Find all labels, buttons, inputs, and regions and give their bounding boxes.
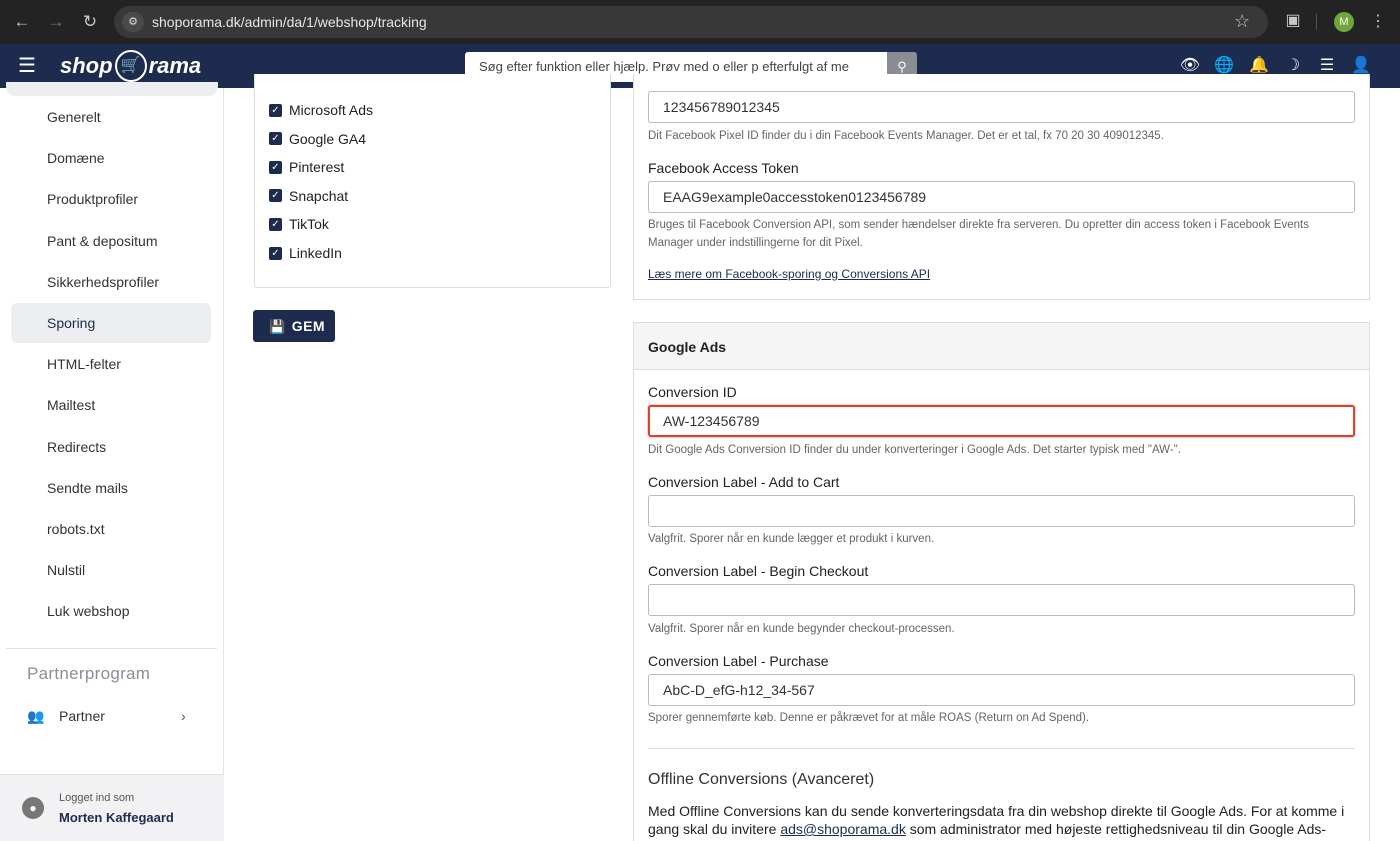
facebook-access-token-label: Facebook Access Token (648, 160, 799, 176)
toolbar-divider (1316, 14, 1317, 30)
add-to-cart-input[interactable] (648, 495, 1355, 527)
bookmark-star-icon[interactable]: ☆ (1234, 10, 1250, 32)
sidebar: Generelt Domæne Produktprofiler Pant & depo… (0, 82, 224, 841)
forward-icon[interactable]: → (45, 11, 67, 33)
floppy-disk-icon: 💾 (269, 319, 286, 334)
add-to-cart-label: Conversion Label - Add to Cart (648, 474, 840, 490)
logo-text-left: shop (60, 53, 113, 78)
hamburger-menu-icon[interactable]: ☰ (18, 55, 38, 77)
channel-checkbox-google-ga4[interactable]: ✓ Google GA4 (269, 129, 366, 149)
chevron-right-icon: › (181, 708, 186, 724)
begin-checkout-input[interactable] (648, 584, 1355, 616)
channel-label: Pinterest (289, 159, 345, 176)
facebook-pixel-id-input[interactable]: 123456789012345 (648, 91, 1355, 123)
purchase-label: Conversion Label - Purchase (648, 653, 829, 669)
channel-label: TikTok (289, 216, 329, 233)
shoporama-ads-email-link[interactable]: ads@shoporama.dk (780, 821, 906, 837)
channel-checkbox-pinterest[interactable]: ✓ Pinterest (269, 157, 344, 177)
channel-checkbox-snapchat[interactable]: ✓ Snapchat (269, 186, 348, 206)
add-to-cart-help: Valgfrit. Sporer når en kunde lægger et … (648, 533, 935, 545)
cart-logo-icon: 🛒 (114, 50, 147, 82)
conversion-id-help: Dit Google Ads Conversion ID finder du u… (648, 444, 1181, 456)
profile-avatar[interactable]: M (1334, 12, 1354, 32)
sidebar-item-label: Partner (59, 708, 105, 724)
sidebar-item-luk-webshop[interactable]: Luk webshop (11, 591, 211, 631)
browser-toolbar: ← → ↻ ⚙ shoporama.dk/admin/da/1/webshop/… (0, 0, 1400, 44)
sidebar-item-generelt[interactable]: Generelt (11, 97, 211, 137)
browser-menu-icon[interactable]: ⋮ (1370, 11, 1386, 33)
sidebar-item-robots-txt[interactable]: robots.txt (11, 509, 211, 549)
partner-program-heading: Partnerprogram (27, 664, 151, 683)
sidebar-item-sendte-mails[interactable]: Sendte mails (11, 468, 211, 508)
tracking-channels-card: ✓ Microsoft Ads ✓ Google GA4 ✓ Pinterest ✓ Snap… (254, 74, 611, 288)
sidebar-item-produktprofiler[interactable]: Produktprofiler (11, 179, 211, 219)
logged-in-footer: ● Logget ind som Morten Kaffegaard (0, 774, 224, 841)
sidebar-item-mailtest[interactable]: Mailtest (11, 385, 211, 425)
logo-text-right: rama (148, 53, 202, 78)
facebook-read-more-link[interactable]: Læs mere om Facebook-sporing og Conversi… (648, 267, 930, 281)
checkbox-checked-icon[interactable]: ✓ (269, 103, 282, 117)
sidebar-item-sikkerhedsprofiler[interactable]: Sikkerhedsprofiler (11, 262, 211, 302)
facebook-pixel-id-help: Dit Facebook Pixel ID finder du i din Fa… (648, 130, 1164, 142)
begin-checkout-help: Valgfrit. Sporer når en kunde begynder c… (648, 623, 955, 635)
user-avatar-icon: ● (22, 797, 44, 819)
shoporama-logo[interactable]: shop 🛒 rama (60, 50, 201, 82)
people-icon: 👥 (27, 708, 45, 724)
offline-conversions-text: Med Offline Conversions kan du sende kon… (648, 802, 1360, 841)
sidebar-item-redirects[interactable]: Redirects (11, 427, 211, 467)
purchase-input[interactable]: AbC-D_efG-h12_34-567 (648, 674, 1355, 706)
google-ads-card-header: Google Ads (634, 323, 1369, 370)
channel-checkbox-tiktok[interactable]: ✓ TikTok (269, 214, 329, 234)
begin-checkout-label: Conversion Label - Begin Checkout (648, 563, 869, 579)
address-bar[interactable]: ⚙ shoporama.dk/admin/da/1/webshop/tracki… (114, 6, 1268, 38)
sidebar-item-pant-depositum[interactable]: Pant & depositum (11, 221, 211, 261)
checkbox-checked-icon[interactable]: ✓ (269, 189, 282, 203)
section-divider (648, 748, 1355, 749)
channel-checkbox-microsoft-ads[interactable]: ✓ Microsoft Ads (269, 100, 373, 120)
logged-in-label: Logget ind som (59, 792, 135, 804)
logged-in-user-name: Morten Kaffegaard (59, 810, 174, 825)
sidebar-item-domæne[interactable]: Domæne (11, 138, 211, 178)
facebook-access-token-help: Bruges til Facebook Conversion API, som … (648, 219, 1309, 249)
sidebar-item-html-felter[interactable]: HTML-felter (11, 344, 211, 384)
conversion-id-label: Conversion ID (648, 384, 737, 400)
sidebar-item-sporing[interactable]: Sporing (11, 303, 211, 343)
reload-icon[interactable]: ↻ (79, 11, 101, 33)
google-ads-card: Google Ads (633, 322, 1370, 841)
facebook-access-token-input[interactable]: EAAG9example0accesstoken0123456789 (648, 181, 1355, 213)
save-button[interactable]: 💾 GEM (253, 310, 335, 342)
checkbox-checked-icon[interactable]: ✓ (269, 217, 282, 231)
checkbox-checked-icon[interactable]: ✓ (269, 160, 282, 174)
conversion-id-input[interactable]: AW-123456789 (648, 405, 1355, 437)
checkbox-checked-icon[interactable]: ✓ (269, 132, 282, 146)
back-icon[interactable]: ← (11, 11, 33, 33)
sidebar-item-nulstil[interactable]: Nulstil (11, 550, 211, 590)
url-text: shoporama.dk/admin/da/1/webshop/tracking (152, 14, 427, 30)
offline-conversions-title: Offline Conversions (Avanceret) (648, 771, 875, 788)
sidebar-item-partner[interactable]: 👥 Partner › (11, 700, 211, 732)
channel-label: Microsoft Ads (289, 102, 374, 118)
channel-label: Google GA4 (289, 130, 367, 147)
google-ads-title: Google Ads (648, 339, 727, 355)
site-settings-icon[interactable]: ⚙ (122, 12, 144, 32)
channel-label: Snapchat (289, 187, 349, 204)
channel-label: LinkedIn (289, 245, 342, 261)
channel-checkbox-linkedin[interactable]: ✓ LinkedIn (269, 243, 342, 263)
save-button-label: GEM (291, 318, 326, 334)
purchase-help: Sporer gennemførte køb. Denne er påkræve… (648, 712, 1090, 724)
sidebar-divider (6, 648, 217, 649)
extensions-icon[interactable]: ▣ (1282, 10, 1304, 32)
sidebar-active-group-edge (6, 82, 218, 96)
checkbox-checked-icon[interactable]: ✓ (269, 246, 282, 260)
